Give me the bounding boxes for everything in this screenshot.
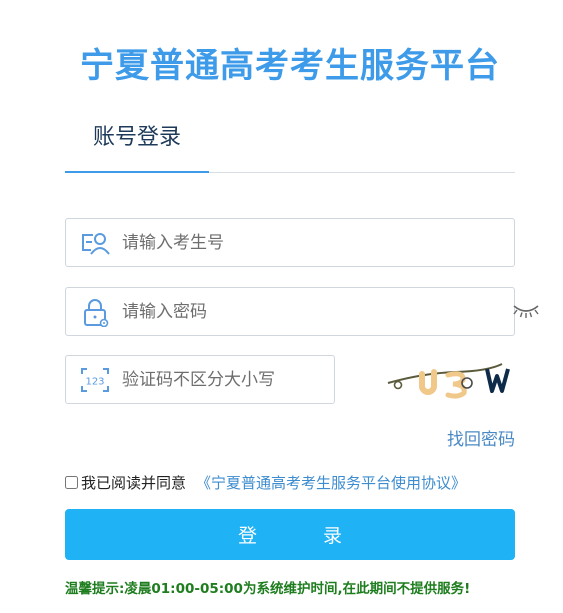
tab-account-login[interactable]: 账号登录 [65,110,209,173]
agreement-row: 我已阅读并同意 《宁夏普通高考考生服务平台使用协议》 [65,472,466,492]
lock-gear-icon [80,299,110,328]
login-button[interactable]: 登 录 [65,509,515,560]
username-field[interactable] [65,218,515,267]
eye-closed-icon[interactable] [512,300,540,320]
svg-text:123: 123 [85,377,104,388]
password-input[interactable] [122,296,422,328]
captcha-field[interactable]: 123 [65,355,335,404]
agreement-text: 我已阅读并同意 [81,473,187,492]
login-tabs: 账号登录 [65,110,515,173]
page-title: 宁夏普通高考考生服务平台 [80,46,500,86]
agreement-checkbox[interactable] [65,475,78,489]
password-field[interactable] [65,287,515,336]
captcha-input[interactable] [122,364,322,396]
user-card-icon [80,230,110,256]
forgot-password-link[interactable]: 找回密码 [400,425,515,450]
maintenance-notice: 温馨提示:凌晨01:00-05:00为系统维护时间,在此期间不提供服务! [65,581,471,597]
captcha-image[interactable] [384,360,516,400]
username-input[interactable] [122,227,422,259]
agreement-link[interactable]: 《宁夏普通高考考生服务平台使用协议》 [196,472,466,493]
number-123-icon: 123 [80,367,110,393]
